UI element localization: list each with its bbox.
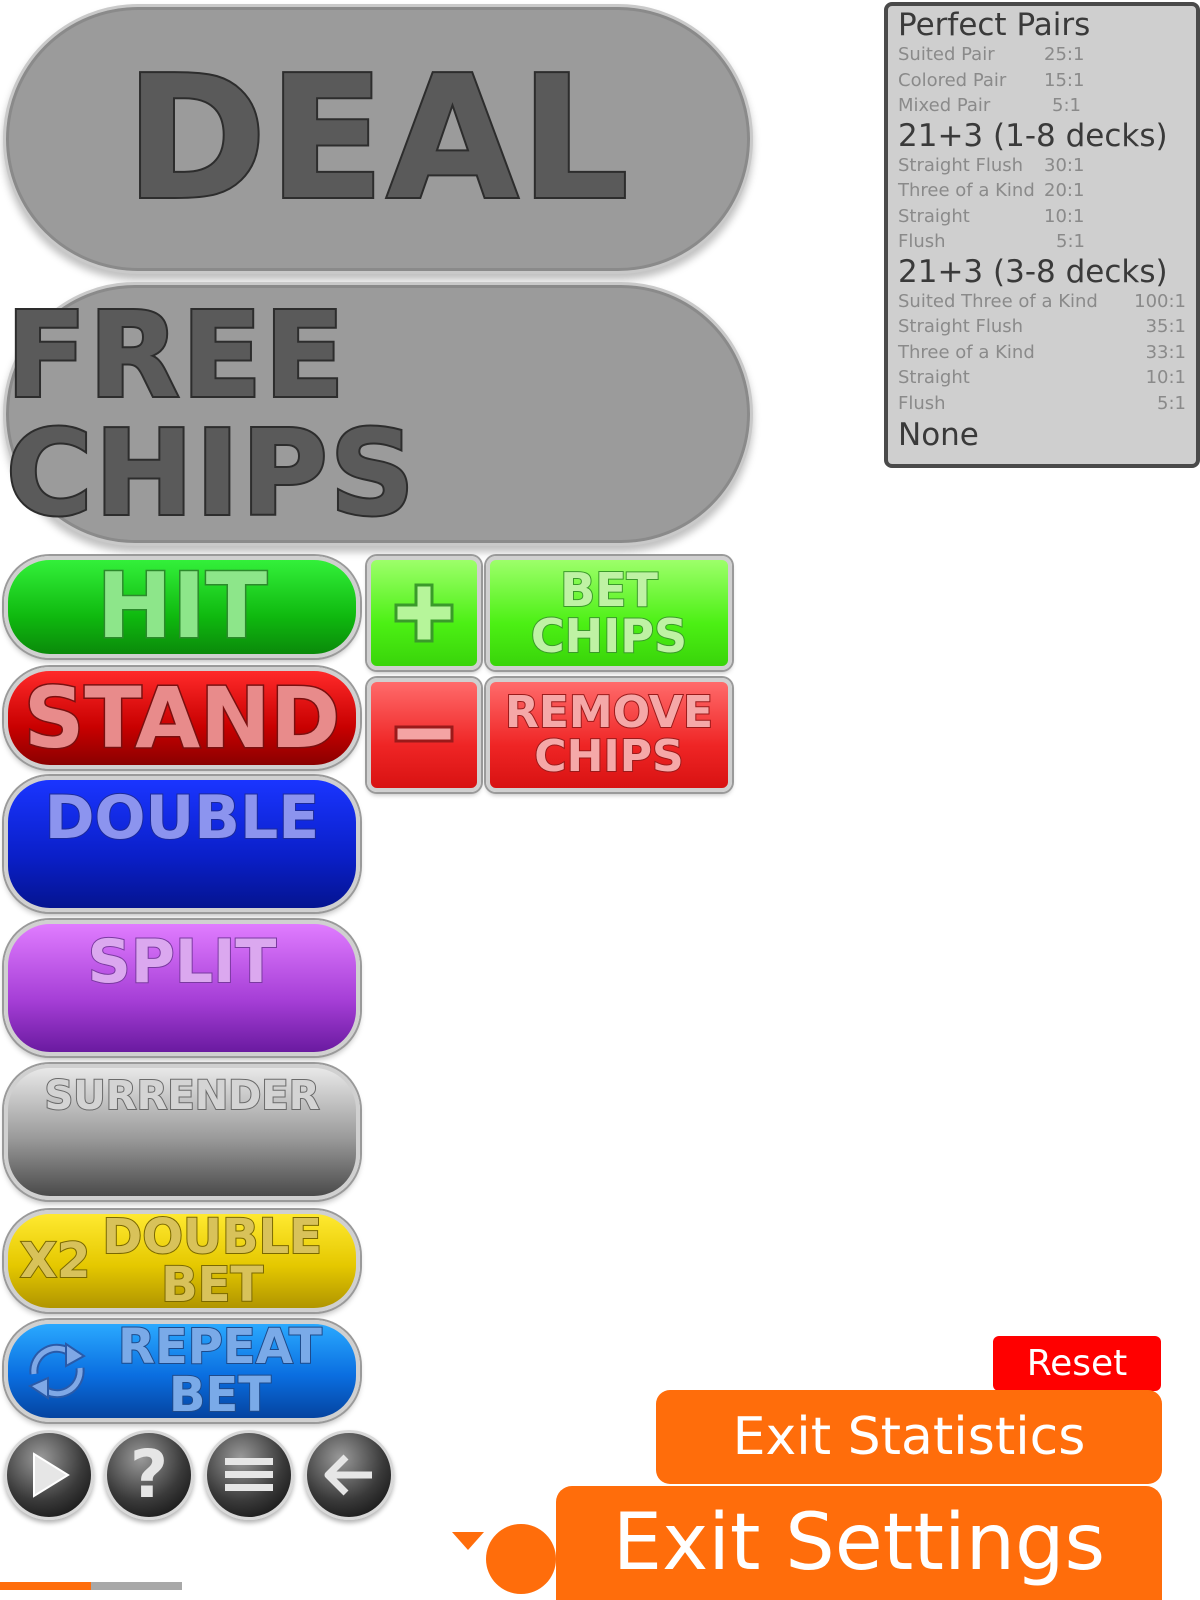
remove-chip-button[interactable] [367,678,481,792]
bet-chips-button[interactable]: BET CHIPS [486,556,732,670]
payout-row: Colored Pair 15:1 [898,69,1085,91]
surrender-button[interactable]: SURRENDER [4,1064,360,1200]
add-chip-button[interactable] [367,556,481,670]
surrender-label: SURRENDER [43,1073,320,1119]
payout-row: Suited Pair 25:1 [898,44,1085,66]
payout-row: Flush 5:1 [898,231,1085,253]
menu-button[interactable] [204,1430,294,1520]
perfect-pairs-title: Perfect Pairs [898,7,1091,43]
repeat-bet-button[interactable]: REPEAT BET [4,1320,360,1422]
back-arrow-icon [322,1453,376,1497]
exit-statistics-label: Exit Statistics [732,1407,1086,1467]
payout-row: Flush 5:1 [898,392,1186,414]
payout-row: Mixed Pair 5:1 [898,95,1081,117]
play-icon [24,1450,74,1500]
repeat-icon [20,1334,94,1408]
menu-icon [223,1455,275,1495]
split-label: SPLIT [87,927,278,997]
help-button[interactable]: ? [104,1430,194,1520]
payout-table: Perfect Pairs Suited Pair 25:1 Colored Pa… [884,2,1200,468]
remove-chips-button[interactable]: REMOVE CHIPS [486,678,732,792]
free-chips-button[interactable]: FREE CHIPS [3,282,753,546]
payout-row: Straight Flush 35:1 [898,316,1186,338]
double-bet-button[interactable]: X2 DOUBLE BET [4,1210,360,1312]
bet-chips-line2: CHIPS [530,609,688,663]
stand-label: STAND [22,669,341,767]
exit-statistics-button[interactable]: Exit Statistics [656,1390,1162,1484]
orange-dot-icon [486,1524,556,1594]
play-button[interactable] [4,1430,94,1520]
repeat-bet-line2: BET [168,1367,272,1422]
stand-button[interactable]: STAND [4,667,360,769]
hit-button[interactable]: HIT [4,556,360,658]
double-button[interactable]: DOUBLE [4,776,360,912]
plus-icon [392,581,456,645]
hit-label: HIT [95,556,268,658]
payout-row: Three of a Kind 20:1 [898,180,1085,202]
double-bet-line2: BET [160,1257,264,1312]
progress-bar [0,1582,182,1590]
double-label: DOUBLE [44,783,320,853]
help-icon: ? [129,1436,169,1513]
payout-row: Three of a Kind 33:1 [898,341,1186,363]
free-chips-label: FREE CHIPS [4,286,417,542]
deal-button[interactable]: DEAL [3,4,753,274]
payout-row: Straight 10:1 [898,205,1085,227]
deal-label: DEAL [123,40,631,238]
progress-fill [0,1582,91,1590]
repeat-bet-line1: REPEAT [117,1320,323,1375]
twentyone-plus3-a-title: 21+3 (1-8 decks) [898,117,1168,154]
split-button[interactable]: SPLIT [4,920,360,1056]
payout-row: Suited Three of a Kind 100:1 [898,290,1186,312]
bet-chips-line1: BET [559,563,659,617]
none-option[interactable]: None [898,418,1186,452]
minus-icon [392,703,456,767]
pointer-triangle-icon [452,1532,484,1550]
exit-settings-label: Exit Settings [612,1498,1106,1588]
payout-row: Straight 10:1 [898,367,1186,389]
twentyone-plus3-b-title: 21+3 (3-8 decks) [898,253,1168,290]
reset-button[interactable]: Reset [993,1336,1161,1391]
payout-row: Straight Flush 30:1 [898,154,1085,176]
back-button[interactable] [304,1430,394,1520]
repeat-bet-text: REPEAT BET [117,1320,323,1422]
double-bet-line1: DOUBLE [101,1210,323,1265]
exit-settings-button[interactable]: Exit Settings [556,1486,1162,1600]
reset-label: Reset [1026,1343,1128,1384]
remove-chips-line1: REMOVE [504,687,714,738]
x2-label: X2 [19,1233,91,1289]
remove-chips-line2: CHIPS [533,731,684,782]
double-bet-text: DOUBLE BET [101,1210,323,1312]
